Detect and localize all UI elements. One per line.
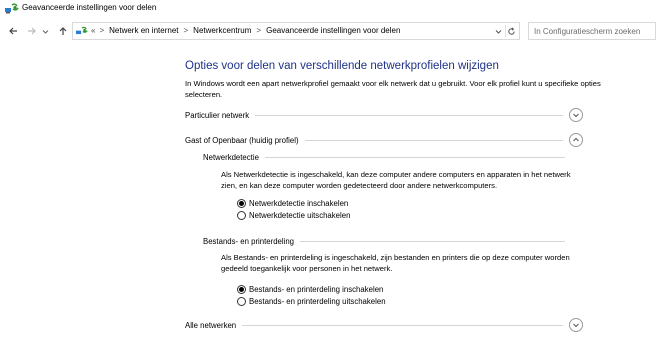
collapse-chevron-up-icon[interactable] [569,133,583,147]
divider [255,114,563,116]
divider [300,240,565,242]
profile-guest-public[interactable]: Gast of Openbaar (huidig profiel) [185,133,563,147]
expand-chevron-down-icon[interactable] [569,318,583,332]
radio-button[interactable] [237,285,246,294]
search-box[interactable] [528,22,656,40]
address-dropdown-icon[interactable] [493,25,503,37]
back-arrow-icon[interactable] [6,24,20,38]
forward-arrow-icon[interactable] [25,24,39,38]
file-sharing-header: Bestands- en printerdeling [203,235,565,247]
navigation-bar: « > Netwerk en internet > Netwerkcentrum… [0,17,658,45]
window-title: Geavanceerde instellingen voor delen [22,3,157,12]
up-arrow-icon[interactable] [56,24,70,38]
profile-all-networks[interactable]: Alle netwerken [185,318,563,332]
file-sharing-off-label[interactable]: Bestands- en printerdeling uitschakelen [249,297,386,306]
radio-button[interactable] [237,297,246,306]
breadcrumb-separator[interactable]: > [99,26,104,35]
radio-selected-dot [239,287,244,292]
page-title: Opties voor delen van verschillende netw… [185,60,499,72]
breadcrumb-item-network-internet[interactable]: Netwerk en internet [109,26,178,35]
radio-button[interactable] [237,199,246,208]
chevron-down-icon[interactable] [40,24,50,38]
divider [264,156,565,158]
breadcrumb-separator[interactable]: > [184,26,189,35]
network-discovery-on-option[interactable]: Netwerkdetectie inschakelen [237,198,348,209]
breadcrumb-item-advanced-sharing[interactable]: Geavanceerde instellingen voor delen [266,26,400,35]
network-discovery-off-label[interactable]: Netwerkdetectie uitschakelen [249,211,350,220]
profile-all-label: Alle netwerken [185,320,237,330]
network-discovery-off-option[interactable]: Netwerkdetectie uitschakelen [237,210,350,221]
page-intro: In Windows wordt een apart netwerkprofie… [185,79,601,99]
network-sharing-icon [76,26,88,37]
network-discovery-title: Netwerkdetectie [203,152,259,162]
title-bar: Geavanceerde instellingen voor delen [0,0,658,17]
breadcrumb: « > Netwerk en internet > Netwerkcentrum… [91,26,400,35]
profile-guest-label: Gast of Openbaar (huidig profiel) [185,135,299,145]
breadcrumb-item-network-center[interactable]: Netwerkcentrum [193,26,251,35]
breadcrumb-separator[interactable]: > [256,26,261,35]
radio-selected-dot [239,201,244,206]
refresh-icon[interactable] [505,25,517,37]
network-discovery-description: Als Netwerkdetectie is ingeschakeld, kan… [221,170,571,190]
file-sharing-on-option[interactable]: Bestands- en printerdeling inschakelen [237,284,383,295]
network-discovery-header: Netwerkdetectie [203,151,565,163]
profile-private-label: Particulier netwerk [185,110,250,120]
divider [304,139,563,141]
file-sharing-description: Als Bestands- en printerdeling is ingesc… [221,253,570,273]
network-discovery-on-label[interactable]: Netwerkdetectie inschakelen [249,199,348,208]
file-sharing-off-option[interactable]: Bestands- en printerdeling uitschakelen [237,296,386,307]
divider [242,324,563,326]
breadcrumb-overflow[interactable]: « [91,26,95,35]
address-bar[interactable]: « > Netwerk en internet > Netwerkcentrum… [72,22,520,40]
radio-button[interactable] [237,211,246,220]
expand-chevron-down-icon[interactable] [569,108,583,122]
profile-private[interactable]: Particulier netwerk [185,108,563,122]
file-sharing-on-label[interactable]: Bestands- en printerdeling inschakelen [249,285,383,294]
file-sharing-title: Bestands- en printerdeling [203,236,295,246]
network-sharing-icon [5,3,19,15]
search-input[interactable] [529,23,655,39]
